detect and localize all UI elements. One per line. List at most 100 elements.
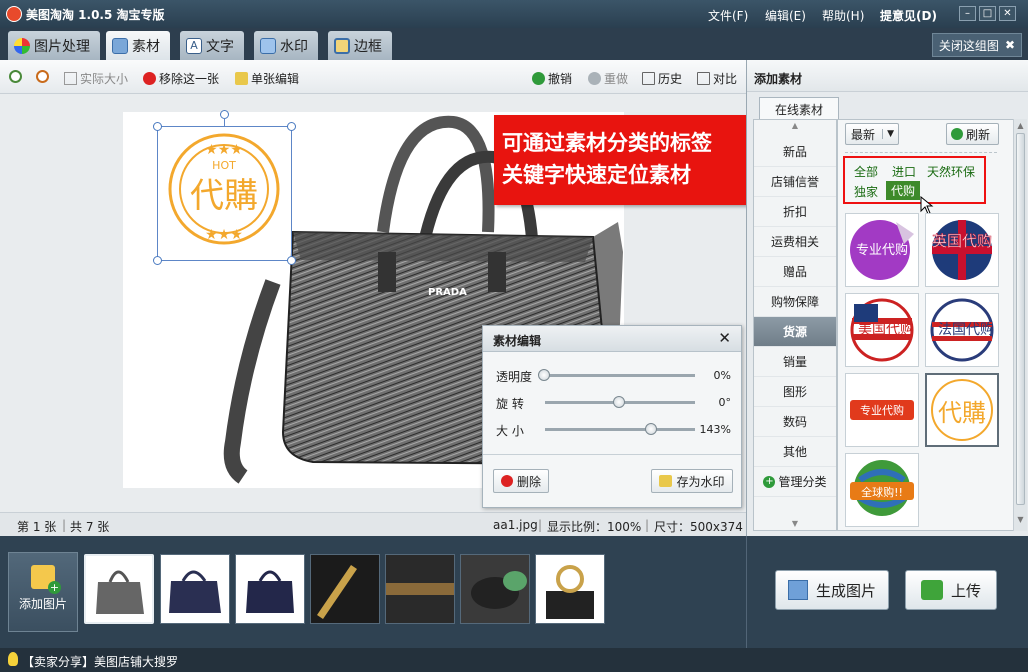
opacity-value: 0%: [713, 369, 731, 382]
thumbnail-3[interactable]: [235, 554, 305, 624]
title-bar: 美图淘淘 1.0.5 淘宝专版 文件(F) 编辑(E) 帮助(H) 提意见(D)…: [0, 0, 1028, 28]
brand-logo: PRADA: [428, 287, 467, 298]
category-item[interactable]: 运费相关: [754, 227, 836, 257]
material-edit-panel: 素材编辑 ✕ 透明度 0% 旋 转 0° 大 小 143% 删除 存为水印: [482, 325, 742, 508]
zoom-out-button[interactable]: [36, 70, 52, 83]
material-thumb-selected[interactable]: 代購: [925, 373, 999, 447]
thumbnail-2[interactable]: [160, 554, 230, 624]
thumbnail-1[interactable]: [84, 554, 154, 624]
tag-daigou-active[interactable]: 代购: [886, 181, 921, 200]
upload-label: 上传: [950, 581, 981, 600]
refresh-button[interactable]: 刷新: [946, 123, 999, 145]
manage-category-label: 管理分类: [778, 474, 827, 489]
resize-handle-bl[interactable]: [153, 256, 162, 265]
material-thumb[interactable]: 英国代购: [925, 213, 999, 287]
close-icon[interactable]: ✕: [718, 329, 731, 347]
thumbnail-4[interactable]: [310, 554, 380, 624]
tab-label: 图片处理: [34, 38, 90, 55]
tip-link[interactable]: 【卖家分享】美图店铺大搜罗: [22, 653, 178, 670]
close-icon[interactable]: ✕: [999, 6, 1016, 21]
tab-image-process[interactable]: 图片处理: [8, 31, 100, 60]
border-icon: [334, 37, 350, 54]
category-item[interactable]: 销量: [754, 347, 836, 377]
tag-all[interactable]: 全部: [854, 163, 878, 180]
single-edit-button[interactable]: 单张编辑: [235, 70, 299, 87]
material-thumb[interactable]: 美国代购: [845, 293, 919, 367]
menu-edit[interactable]: 编辑(E): [765, 7, 806, 24]
category-item[interactable]: 店铺信誉: [754, 167, 836, 197]
history-button[interactable]: 历史: [642, 70, 682, 87]
zoom-in-icon: [9, 70, 22, 83]
opacity-knob[interactable]: [538, 369, 550, 381]
tab-online-material[interactable]: 在线素材: [759, 97, 839, 119]
redo-label: 重做: [604, 72, 629, 86]
resize-handle-br[interactable]: [287, 256, 296, 265]
category-item[interactable]: 其他: [754, 437, 836, 467]
material-thumb[interactable]: 专业代购: [845, 373, 919, 447]
resize-handle-tr[interactable]: [287, 122, 296, 131]
rotate-knob[interactable]: [613, 396, 625, 408]
filmstrip: + 添加图片: [0, 536, 746, 648]
file-name: aa1.jpg: [493, 518, 538, 532]
size-slider[interactable]: [545, 428, 695, 431]
delete-button[interactable]: 删除: [493, 469, 549, 493]
save-watermark-button[interactable]: 存为水印: [651, 469, 733, 493]
category-item[interactable]: 折扣: [754, 197, 836, 227]
remove-one-button[interactable]: 移除这一张: [143, 70, 219, 87]
tab-watermark[interactable]: 水印: [254, 31, 318, 60]
maximize-icon[interactable]: □: [979, 6, 996, 21]
add-image-button[interactable]: + 添加图片: [8, 552, 78, 632]
resize-handle-tl[interactable]: [153, 122, 162, 131]
image-size: 尺寸：500x374: [654, 520, 743, 534]
sticker-selection[interactable]: ★★★ ★★★ HOT 代購: [157, 126, 292, 261]
category-item[interactable]: 数码: [754, 407, 836, 437]
scrollbar-thumb[interactable]: [1016, 133, 1025, 505]
tab-border[interactable]: 边框: [328, 31, 392, 60]
thumbnail-7[interactable]: [535, 554, 605, 624]
tag-exclusive[interactable]: 独家: [854, 183, 878, 200]
material-thumb[interactable]: 全球购!!: [845, 453, 919, 527]
category-item-active[interactable]: 货源: [754, 317, 836, 347]
tag-natural[interactable]: 天然环保: [927, 163, 975, 180]
category-item[interactable]: 新品: [754, 137, 836, 167]
upload-button[interactable]: 上传: [905, 570, 997, 610]
category-item[interactable]: 购物保障: [754, 287, 836, 317]
actual-size-button[interactable]: 实际大小: [64, 70, 128, 87]
scroll-down-icon[interactable]: ▼: [1015, 515, 1026, 524]
category-item[interactable]: 图形: [754, 377, 836, 407]
action-panel: 生成图片 上传: [746, 536, 1028, 648]
material-scrollbar[interactable]: ▲ ▼: [1013, 119, 1027, 531]
opacity-slider[interactable]: [545, 374, 695, 377]
size-value: 143%: [699, 423, 731, 436]
main-tabs: 图片处理 素材 A 文字 水印 边框 关闭这组图 ✖: [0, 28, 1028, 60]
minimize-icon[interactable]: –: [959, 6, 976, 21]
menu-help[interactable]: 帮助(H): [822, 7, 864, 24]
scroll-up-icon[interactable]: ▲: [1015, 121, 1026, 130]
manage-category-button[interactable]: + 管理分类: [754, 467, 836, 497]
redo-button[interactable]: 重做: [588, 70, 628, 87]
material-thumb[interactable]: 专业代购: [845, 213, 919, 287]
material-thumb[interactable]: 法国代购: [925, 293, 999, 367]
tag-import[interactable]: 进口: [892, 163, 916, 180]
scroll-up-icon[interactable]: ▲: [754, 120, 836, 132]
menu-file[interactable]: 文件(F): [708, 7, 748, 24]
sort-select[interactable]: 最新 ▼: [845, 123, 899, 145]
compare-button[interactable]: 对比: [697, 70, 737, 87]
category-item[interactable]: 赠品: [754, 257, 836, 287]
zoom-in-button[interactable]: [9, 70, 25, 83]
menu-feedback[interactable]: 提意见(D): [880, 7, 937, 24]
close-group-button[interactable]: 关闭这组图 ✖: [931, 33, 1022, 57]
app-logo-icon: [6, 6, 22, 22]
svg-text:★★★: ★★★: [205, 227, 243, 243]
zoom-out-icon: [36, 70, 49, 83]
undo-button[interactable]: 撤销: [532, 70, 572, 87]
total-count: 共 7 张: [70, 520, 110, 534]
tab-text[interactable]: A 文字: [180, 31, 244, 60]
thumb-label: 全球购!!: [861, 485, 903, 499]
scroll-down-icon[interactable]: ▼: [754, 518, 836, 530]
generate-image-button[interactable]: 生成图片: [775, 570, 889, 610]
thumbnail-5[interactable]: [385, 554, 455, 624]
size-knob[interactable]: [645, 423, 657, 435]
thumbnail-6[interactable]: [460, 554, 530, 624]
tab-material[interactable]: 素材: [106, 31, 170, 60]
